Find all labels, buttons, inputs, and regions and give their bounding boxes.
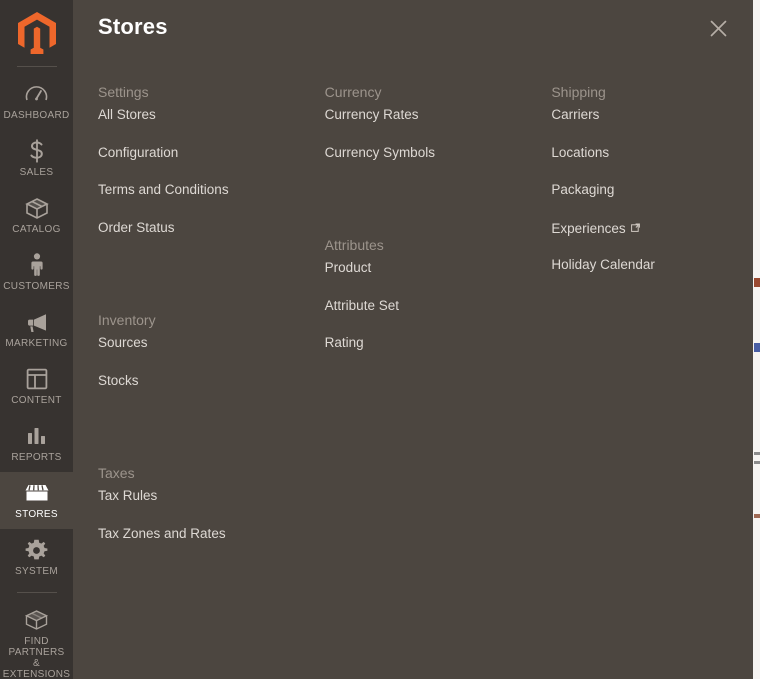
menu-group-items: Currency Rates Currency Symbols: [325, 102, 527, 177]
megaphone-icon: [2, 310, 71, 334]
menu-item-experiences[interactable]: Experiences: [551, 215, 753, 253]
storefront-icon: [2, 481, 71, 505]
menu-item-attribute-set[interactable]: Attribute Set: [325, 293, 527, 331]
admin-window: DASHBOARD SALES CATALOG CUSTOMERS MARKET…: [0, 0, 760, 679]
background-content-chip: [754, 278, 760, 287]
menu-group-items: Carriers Locations Packaging Experiences…: [551, 102, 753, 290]
sidebar-item-label: STORES: [15, 509, 58, 520]
menu-item-experiences-label: Experiences: [551, 220, 626, 236]
menu-group-items: All Stores Configuration Terms and Condi…: [98, 102, 300, 252]
menu-group-taxes: Taxes Tax Rules Tax Zones and Rates: [98, 405, 300, 558]
sidebar-item-system[interactable]: SYSTEM: [0, 529, 73, 586]
gauge-icon: [2, 82, 71, 106]
sidebar-item-label: SYSTEM: [15, 566, 58, 577]
menu-column-3: Shipping Carriers Locations Packaging Ex…: [526, 58, 753, 558]
menu-item-order-status[interactable]: Order Status: [98, 215, 300, 253]
sidebar-item-marketing[interactable]: MARKETING: [0, 301, 73, 358]
sidebar-item-label: CONTENT: [11, 395, 62, 406]
menu-group-items: Sources Stocks: [98, 330, 300, 405]
sidebar-item-sales[interactable]: SALES: [0, 130, 73, 187]
sidebar-item-customers[interactable]: CUSTOMERS: [0, 244, 73, 301]
menu-item-rating[interactable]: Rating: [325, 330, 527, 368]
sidebar-item-dashboard[interactable]: DASHBOARD: [0, 73, 73, 130]
background-content-chip: [754, 461, 760, 464]
background-content-chip: [754, 452, 760, 455]
menu-group-title: Shipping: [551, 84, 606, 100]
menu-item-carriers[interactable]: Carriers: [551, 102, 753, 140]
sidebar-item-find-partners[interactable]: FIND PARTNERS & EXTENSIONS: [0, 599, 73, 679]
sidebar-item-label-line2: & EXTENSIONS: [2, 658, 71, 679]
sidebar-divider-top: [16, 66, 57, 67]
menu-item-sources[interactable]: Sources: [98, 330, 300, 368]
admin-sidebar: DASHBOARD SALES CATALOG CUSTOMERS MARKET…: [0, 0, 73, 679]
sidebar-item-label: MARKETING: [5, 338, 68, 349]
menu-item-tax-zones-and-rates[interactable]: Tax Zones and Rates: [98, 521, 300, 559]
extension-box-icon: [2, 608, 71, 632]
menu-group-attributes: Attributes Product Attribute Set Rating: [325, 177, 527, 368]
menu-item-stocks[interactable]: Stocks: [98, 368, 300, 406]
sidebar-item-label: SALES: [19, 167, 54, 178]
menu-item-all-stores[interactable]: All Stores: [98, 102, 300, 140]
layout-icon: [2, 367, 71, 391]
menu-item-holiday-calendar[interactable]: Holiday Calendar: [551, 252, 753, 290]
menu-item-locations[interactable]: Locations: [551, 140, 753, 178]
menu-group-items: Tax Rules Tax Zones and Rates: [98, 483, 300, 558]
menu-item-currency-rates[interactable]: Currency Rates: [325, 102, 527, 140]
dollar-icon: [2, 139, 71, 163]
magento-logo[interactable]: [0, 0, 73, 66]
menu-group-title: Taxes: [98, 465, 135, 481]
sidebar-item-label: REPORTS: [11, 452, 62, 463]
menu-item-configuration[interactable]: Configuration: [98, 140, 300, 178]
close-icon[interactable]: [702, 12, 734, 44]
menu-group-title: Settings: [98, 84, 149, 100]
menu-column-1: Settings All Stores Configuration Terms …: [73, 58, 300, 558]
menu-header: Stores: [73, 0, 753, 58]
gear-icon: [2, 538, 71, 562]
sidebar-item-label: CATALOG: [12, 224, 61, 235]
menu-group-shipping: Shipping Carriers Locations Packaging Ex…: [551, 58, 753, 290]
stores-menu-panel: Stores Settings All Stores Configuration…: [73, 0, 753, 679]
menu-item-tax-rules[interactable]: Tax Rules: [98, 483, 300, 521]
sidebar-item-label: DASHBOARD: [3, 110, 70, 121]
sidebar-item-content[interactable]: CONTENT: [0, 358, 73, 415]
sidebar-item-reports[interactable]: REPORTS: [0, 415, 73, 472]
box-icon: [2, 196, 71, 220]
sidebar-item-catalog[interactable]: CATALOG: [0, 187, 73, 244]
sidebar-item-label-line1: FIND PARTNERS: [8, 636, 65, 658]
sidebar-item-label: FIND PARTNERS & EXTENSIONS: [2, 636, 71, 679]
background-page-sliver: [752, 0, 760, 679]
menu-group-title: Inventory: [98, 312, 156, 328]
menu-item-currency-symbols[interactable]: Currency Symbols: [325, 140, 527, 178]
menu-group-items: Product Attribute Set Rating: [325, 255, 527, 368]
menu-item-product[interactable]: Product: [325, 255, 527, 293]
menu-group-title: Attributes: [324, 237, 384, 253]
background-content-chip: [754, 514, 760, 518]
person-icon: [2, 253, 71, 277]
bar-chart-icon: [2, 424, 71, 448]
sidebar-divider-bottom: [16, 592, 57, 593]
page-title: Stores: [98, 14, 168, 39]
menu-group-settings: Settings All Stores Configuration Terms …: [98, 58, 300, 252]
menu-item-packaging[interactable]: Packaging: [551, 177, 753, 215]
menu-group-currency: Currency Currency Rates Currency Symbols: [325, 58, 527, 177]
menu-group-inventory: Inventory Sources Stocks: [98, 252, 300, 405]
external-link-icon: [630, 220, 640, 236]
menu-group-title: Currency: [324, 84, 382, 100]
background-content-chip: [754, 343, 760, 352]
menu-column-2: Currency Currency Rates Currency Symbols…: [300, 58, 527, 558]
menu-columns: Settings All Stores Configuration Terms …: [73, 58, 753, 558]
menu-item-terms-and-conditions[interactable]: Terms and Conditions: [98, 177, 300, 215]
sidebar-item-label: CUSTOMERS: [3, 281, 70, 292]
sidebar-item-stores[interactable]: STORES: [0, 472, 73, 529]
